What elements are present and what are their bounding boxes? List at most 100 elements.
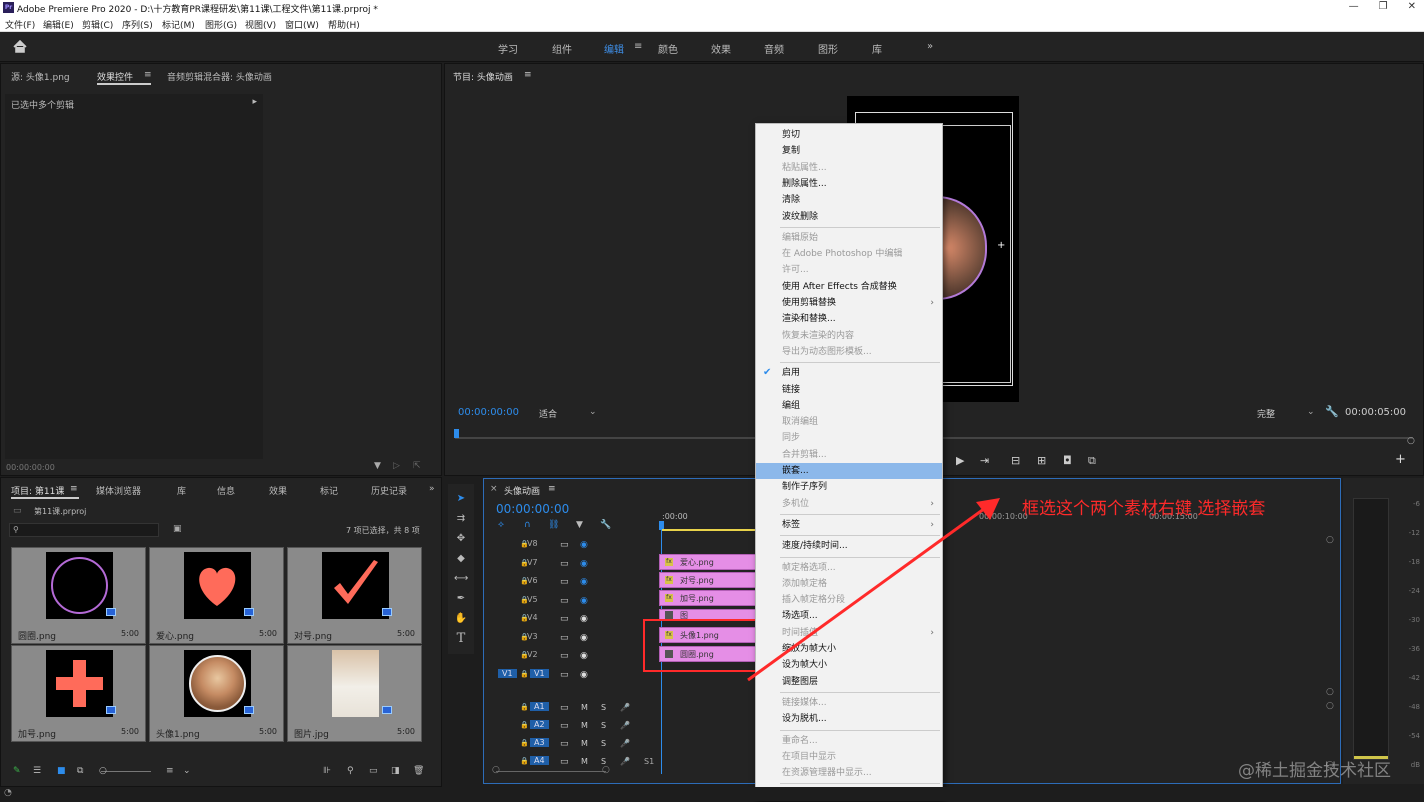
program-menu-icon[interactable]: ≡ — [524, 70, 532, 80]
track-name[interactable]: A4 — [530, 756, 549, 765]
track-name[interactable]: V1 — [530, 668, 549, 678]
v-scroll-mid-handle[interactable]: ○ — [1326, 687, 1334, 697]
tab-info[interactable]: 信息 — [217, 484, 235, 497]
tab-libraries[interactable]: 库 — [177, 484, 186, 497]
new-item-icon[interactable]: ◨ — [391, 766, 400, 776]
workspace-effects[interactable]: 效果 — [711, 41, 731, 56]
menu-file[interactable]: 文件(F) — [5, 18, 35, 31]
context-menu-item[interactable]: 复制 — [756, 143, 942, 159]
fit-dropdown-chevron-icon[interactable]: ⌄ — [589, 407, 597, 417]
project-search-input[interactable]: ⚲ — [9, 523, 159, 537]
tab-effects[interactable]: 效果 — [269, 484, 287, 497]
minimize-button[interactable]: — — [1349, 1, 1359, 12]
mute-icon[interactable]: M — [581, 739, 588, 748]
pen-tool-icon[interactable]: ✒ — [454, 592, 468, 606]
razor-tool-icon[interactable]: ◆ — [454, 552, 468, 566]
timeline-menu-icon[interactable]: ≡ — [548, 484, 556, 494]
menu-view[interactable]: 视图(V) — [245, 18, 276, 31]
filter-icon[interactable]: ▼ — [374, 461, 381, 471]
workspace-graphics[interactable]: 图形 — [818, 41, 838, 56]
type-tool-icon[interactable]: T — [454, 632, 468, 646]
toggle-sync-lock-icon[interactable]: ▭ — [560, 614, 569, 624]
project-item-check[interactable]: 对号.png 5:00 — [287, 547, 422, 644]
voice-over-record-icon[interactable]: 🎤 — [620, 721, 630, 730]
track-name[interactable]: V2 — [527, 650, 538, 659]
workspace-libraries[interactable]: 库 — [872, 41, 882, 56]
menu-marker[interactable]: 标记(M) — [162, 18, 195, 31]
expand-arrow-icon[interactable]: ▸ — [252, 97, 257, 107]
tab-history[interactable]: 历史记录 — [371, 484, 407, 497]
quality-dropdown[interactable]: 完整 — [1257, 407, 1275, 420]
zoom-slider[interactable] — [101, 771, 151, 772]
project-item-ring[interactable]: 圆圈.png 5:00 — [11, 547, 146, 644]
context-menu-item[interactable]: 链接 — [756, 382, 942, 398]
lift-icon[interactable]: ⊟ — [1011, 454, 1020, 467]
context-menu-item[interactable]: 编组 — [756, 398, 942, 414]
toggle-sync-lock-icon[interactable]: ▭ — [560, 757, 569, 767]
toggle-sync-lock-icon[interactable]: ▭ — [560, 559, 569, 569]
tab-effect-controls[interactable]: 效果控件 — [97, 70, 133, 83]
track-name[interactable]: A2 — [530, 720, 549, 729]
menu-help[interactable]: 帮助(H) — [328, 18, 360, 31]
project-menu-icon[interactable]: ≡ — [70, 484, 78, 494]
automate-icon[interactable]: ⊪ — [323, 766, 331, 776]
tab-markers[interactable]: 标记 — [320, 484, 338, 497]
solo-icon[interactable]: S — [601, 757, 606, 766]
compare-view-icon[interactable]: ⧉ — [1088, 454, 1096, 468]
project-item-photo[interactable]: 图片.jpg 5:00 — [287, 645, 422, 742]
source-patch-v1[interactable]: V1 — [498, 668, 517, 678]
trash-icon[interactable]: 🗑 — [413, 766, 424, 776]
track-name[interactable]: V7 — [527, 558, 538, 567]
track-lock-icon[interactable]: 🔒 — [520, 757, 529, 765]
context-menu-item[interactable]: ✔ 启用 — [756, 365, 942, 381]
home-icon[interactable] — [13, 40, 27, 53]
track-name[interactable]: V4 — [527, 613, 538, 622]
list-view-icon[interactable]: ☰ — [33, 766, 41, 776]
project-item-plus[interactable]: 加号.png 5:00 — [11, 645, 146, 742]
fit-dropdown[interactable]: 适合 — [539, 407, 557, 420]
panel-menu-icon[interactable]: ≡ — [144, 70, 152, 80]
new-bin-icon[interactable]: ▭ — [369, 766, 378, 776]
toggle-sync-lock-icon[interactable]: ▭ — [560, 596, 569, 606]
toggle-visibility-icon[interactable]: ◉ — [580, 633, 588, 643]
slip-tool-icon[interactable]: ⟷ — [454, 572, 468, 586]
track-lock-icon[interactable]: 🔒 — [520, 721, 529, 729]
menu-clip[interactable]: 剪辑(C) — [82, 18, 113, 31]
tab-audio-clip-mixer[interactable]: 音频剪辑混合器: 头像动画 — [167, 70, 272, 83]
sort-chevron-icon[interactable]: ⌄ — [183, 766, 191, 776]
v-scroll-top-handle[interactable]: ○ — [1326, 535, 1334, 545]
voice-over-record-icon[interactable]: 🎤 — [620, 739, 630, 748]
workspace-more-button[interactable]: » — [927, 41, 933, 52]
workspace-color[interactable]: 颜色 — [658, 41, 678, 56]
timeline-timecode[interactable]: 00:00:00:00 — [496, 502, 569, 516]
more-tabs-icon[interactable]: » — [429, 484, 435, 494]
playhead-marker[interactable] — [454, 429, 459, 438]
menu-window[interactable]: 窗口(W) — [285, 18, 319, 31]
play-only-icon[interactable]: ▷ — [393, 461, 400, 471]
add-marker-icon[interactable]: ▼ — [576, 520, 583, 530]
scroll-end-handle[interactable]: ○ — [1407, 436, 1415, 446]
freeform-view-icon[interactable]: ⧉ — [77, 766, 83, 776]
toggle-visibility-icon[interactable]: ◉ — [580, 670, 588, 680]
toggle-visibility-icon[interactable]: ◉ — [580, 614, 588, 624]
find-icon[interactable]: ⚲ — [347, 766, 354, 776]
track-select-tool-icon[interactable]: ⇉ — [454, 512, 468, 526]
a-scroll-top-handle[interactable]: ○ — [1326, 701, 1334, 711]
tab-media-browser[interactable]: 媒体浏览器 — [96, 484, 141, 497]
maximize-button[interactable]: ❐ — [1379, 1, 1388, 12]
mute-icon[interactable]: M — [581, 757, 588, 766]
track-lock-icon[interactable]: 🔒 — [520, 739, 529, 747]
voice-over-record-icon[interactable]: 🎤 — [620, 703, 630, 712]
toggle-visibility-icon[interactable]: ◉ — [580, 651, 588, 661]
program-timecode[interactable]: 00:00:00:00 — [458, 407, 519, 418]
ripple-edit-tool-icon[interactable]: ✥ — [454, 532, 468, 546]
close-window-button[interactable]: ✕ — [1408, 1, 1416, 12]
solo-icon[interactable]: S — [601, 739, 606, 748]
context-menu-item[interactable]: 删除属性... — [756, 176, 942, 192]
workspace-learn[interactable]: 学习 — [498, 41, 518, 56]
icon-view-icon[interactable]: ■ — [57, 766, 66, 776]
timeline-settings-icon[interactable]: 🔧 — [600, 520, 611, 530]
sort-icon[interactable]: ≡ — [166, 766, 174, 776]
zoom-slider-handle[interactable]: ○ — [99, 766, 107, 776]
close-sequence-icon[interactable]: × — [490, 484, 498, 494]
